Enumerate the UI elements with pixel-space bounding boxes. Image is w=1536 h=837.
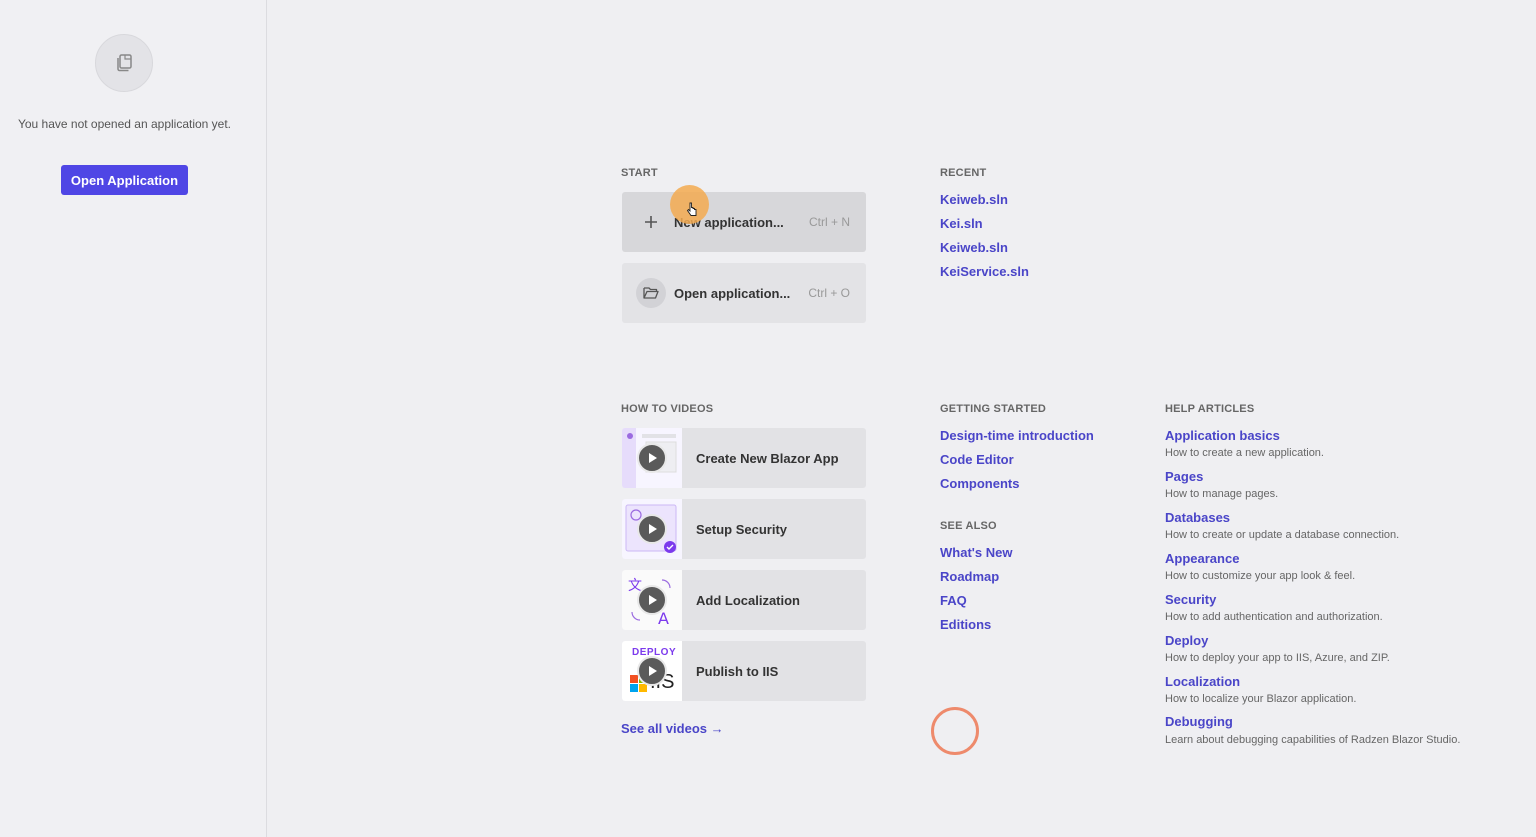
help-article-link[interactable]: Pages [1165,469,1203,484]
see-also-heading: SEE ALSO [940,520,997,532]
help-article-link[interactable]: Security [1165,592,1216,607]
getting-started-link[interactable]: Code Editor [940,452,1014,467]
see-all-videos-link[interactable]: See all videos → [621,721,724,736]
open-application-label: Open application... [674,285,791,301]
folder-open-icon [636,278,666,308]
help-articles-heading: HELP ARTICLES [1165,403,1255,415]
new-application-card[interactable]: New application... Ctrl + N [622,192,866,252]
help-article-link[interactable]: Application basics [1165,428,1280,443]
help-article-desc: How to deploy your app to IIS, Azure, an… [1165,652,1390,664]
recent-heading: RECENT [940,167,987,179]
copy-icon [95,34,153,92]
play-icon [637,585,667,615]
help-article-desc: How to manage pages. [1165,488,1279,500]
sidebar: You have not opened an application yet. … [0,0,267,837]
video-thumbnail [622,428,682,488]
video-add-localization[interactable]: 文 A Add Localization [622,570,866,630]
recent-item[interactable]: KeiService.sln [940,264,1029,279]
video-thumbnail: DEPLOY TO IIS [622,641,682,701]
open-application-shortcut: Ctrl + O [808,286,850,300]
video-thumbnail [622,499,682,559]
play-icon [637,514,667,544]
help-article-desc: How to customize your app look & feel. [1165,570,1356,582]
start-heading: START [621,167,658,179]
recent-item[interactable]: Kei.sln [940,216,983,231]
getting-started-heading: GETTING STARTED [940,403,1047,415]
help-article-link[interactable]: Appearance [1165,551,1239,566]
recent-item[interactable]: Keiweb.sln [940,192,1008,207]
video-label: Create New Blazor App [696,450,839,466]
help-article-link[interactable]: Debugging [1165,714,1233,729]
new-application-shortcut: Ctrl + N [808,215,850,229]
video-create-blazor-app[interactable]: Create New Blazor App [622,428,866,488]
help-article-desc: How to add authentication and authorizat… [1165,611,1383,623]
video-label: Setup Security [696,521,788,537]
see-also-link[interactable]: What's New [940,545,1012,560]
loading-ring [931,707,979,755]
see-also-link[interactable]: Editions [940,617,991,632]
help-article-desc: Learn about debugging capabilities of Ra… [1165,734,1461,746]
help-article-desc: How to create or update a database conne… [1165,529,1400,541]
help-article-link[interactable]: Localization [1165,674,1240,689]
video-thumbnail: 文 A [622,570,682,630]
help-article-link[interactable]: Deploy [1165,633,1208,648]
see-also-link[interactable]: Roadmap [940,569,999,584]
plus-icon [636,207,666,237]
play-icon [637,443,667,473]
getting-started-link[interactable]: Components [940,476,1019,491]
getting-started-link[interactable]: Design-time introduction [940,428,1094,443]
video-publish-iis[interactable]: DEPLOY TO IIS Publish to IIS [622,641,866,701]
videos-heading: HOW TO VIDEOS [621,403,714,415]
video-setup-security[interactable]: Setup Security [622,499,866,559]
video-label: Publish to IIS [696,663,779,679]
help-article-desc: How to create a new application. [1165,447,1324,459]
video-label: Add Localization [696,592,800,608]
play-icon [637,656,667,686]
no-app-message: You have not opened an application yet. [17,117,232,131]
recent-item[interactable]: Keiweb.sln [940,240,1008,255]
hand-cursor-icon [686,202,697,216]
help-article-link[interactable]: Databases [1165,510,1230,525]
open-application-button[interactable]: Open Application [61,165,188,195]
see-also-link[interactable]: FAQ [940,593,967,608]
help-article-desc: How to localize your Blazor application. [1165,693,1357,705]
open-application-card[interactable]: Open application... Ctrl + O [622,263,866,323]
